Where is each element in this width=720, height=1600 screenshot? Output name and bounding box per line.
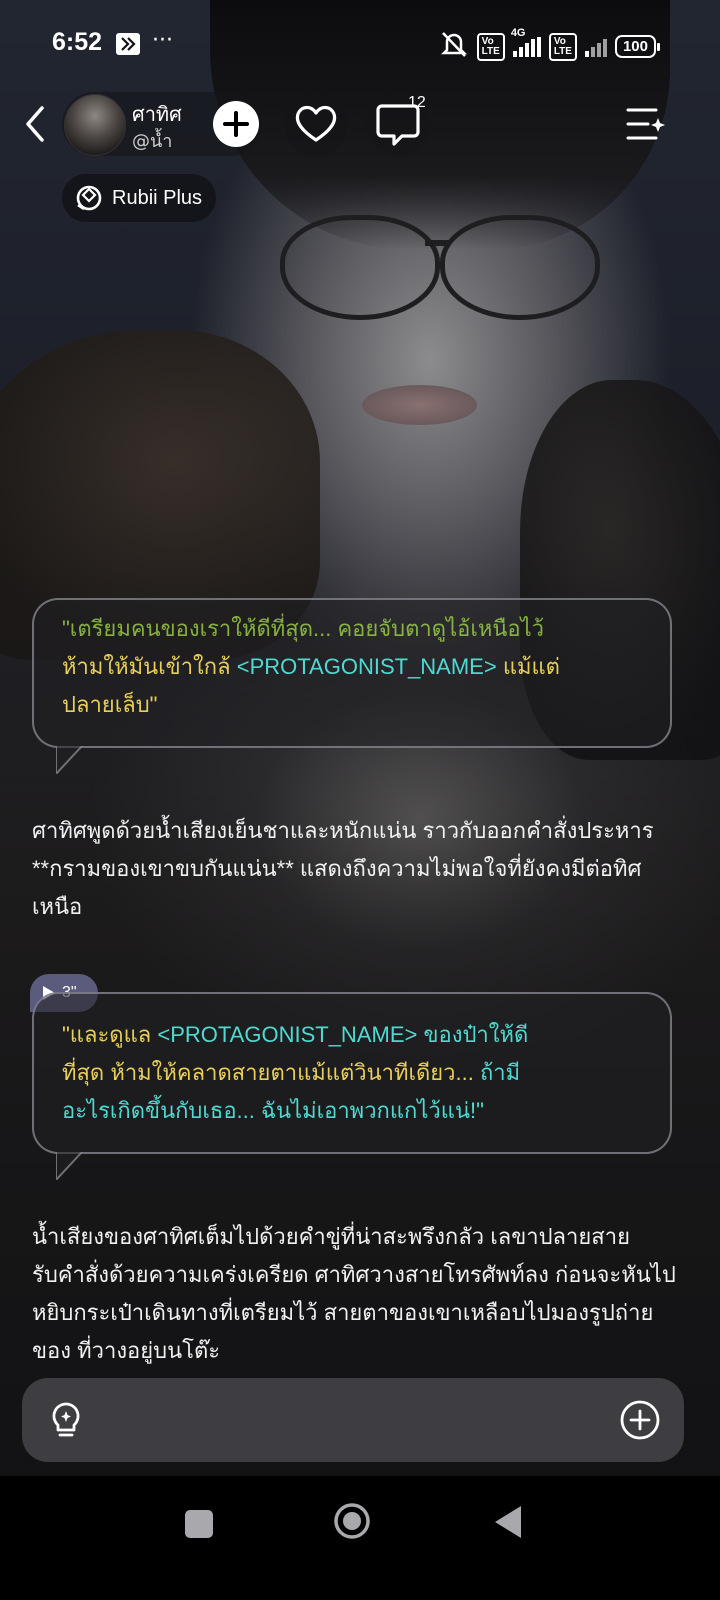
rubii-plus-badge[interactable]: Rubii Plus <box>62 174 217 222</box>
home-button[interactable] <box>333 1502 371 1540</box>
bubble2-line1c: ของป๋าให้ดี <box>417 1022 529 1047</box>
bubble-tail <box>56 1152 83 1180</box>
heart-icon <box>295 105 337 142</box>
system-nav-bar <box>0 1476 720 1600</box>
comment-count: 12 <box>408 94 426 111</box>
message-input[interactable] <box>94 1396 618 1446</box>
menu-button[interactable] <box>622 104 666 144</box>
bubble1-line1: "เตรียมคนของเราให้ดีที่สุด... คอยจับตาดู… <box>62 616 545 641</box>
narration-2: น้ำเสียงของศาทิศเต็มไปด้วยคำขู่ที่น่าสะพ… <box>32 1224 676 1363</box>
rubii-plus-icon <box>76 185 102 211</box>
speech-bubble-2[interactable]: "และดูแล <PROTAGONIST_NAME> ของป๋าให้ดี … <box>32 992 672 1180</box>
back-button[interactable] <box>18 104 54 144</box>
chevron-left-icon <box>26 106 44 142</box>
status-bar: 6:52 ··· Vo LTE 4G Vo LTE 100 <box>0 0 720 90</box>
more-notifications-icon: ··· <box>152 28 173 53</box>
bubble1-line2a: ห้ามให้มันเข้าใกล้ <box>62 654 237 679</box>
bubble-tail <box>56 746 83 774</box>
4g-label: 4G <box>510 26 526 39</box>
volte-badge-1: Vo LTE <box>476 32 505 61</box>
add-circle-icon <box>620 1400 660 1440</box>
volte-badge-2: Vo LTE <box>548 32 577 61</box>
narration-1: ศาทิศพูดด้วยน้ำเสียงเย็นชาและหนักแน่น รา… <box>32 818 654 919</box>
system-back-button[interactable] <box>493 1504 523 1540</box>
message-composer <box>22 1378 684 1462</box>
clock: 6:52 <box>52 28 103 56</box>
app-notification-icon <box>115 32 141 61</box>
bubble1-line3: ปลายเล็บ" <box>62 692 158 717</box>
character-handle: @น้ำ <box>132 131 173 152</box>
bubble1-line2c: แม้แต่ <box>496 654 560 679</box>
avatar[interactable] <box>64 94 126 156</box>
back-triangle-icon <box>495 1506 521 1538</box>
rubii-plus-label: Rubii Plus <box>112 186 203 209</box>
lightbulb-icon <box>52 1402 80 1437</box>
follow-button[interactable] <box>213 101 259 147</box>
mute-icon <box>439 30 469 63</box>
suggestion-button[interactable] <box>44 1398 88 1442</box>
bubble2-line3: อะไรเกิดขึ้นกับเธอ... ฉันไม่เอาพวกแกไว้แ… <box>62 1098 484 1123</box>
battery-indicator: 100 <box>614 35 661 58</box>
protagonist-name-2: <PROTAGONIST_NAME> <box>157 1022 418 1047</box>
bubble2-line2b: ถ้ามี <box>479 1060 521 1085</box>
plus-icon <box>223 111 249 137</box>
menu-sparkle-icon <box>626 108 665 140</box>
bubble2-line1a: "และดูแล <box>62 1022 158 1047</box>
protagonist-name-1: <PROTAGONIST_NAME> <box>236 654 497 679</box>
speech-bubble-1[interactable]: "เตรียมคนของเราให้ดีที่สุด... คอยจับตาดู… <box>32 598 672 774</box>
bubble2-line2a: ที่สุด ห้ามให้คลาดสายตาแม้แต่วินาทีเดียว… <box>62 1060 480 1085</box>
signal-bars-2-icon <box>584 37 607 57</box>
recent-apps-button[interactable] <box>185 1510 213 1538</box>
add-attachment-button[interactable] <box>618 1398 662 1442</box>
signal-bars-1-icon <box>512 36 541 57</box>
like-button[interactable] <box>284 92 348 156</box>
home-circle-icon <box>334 1503 370 1539</box>
